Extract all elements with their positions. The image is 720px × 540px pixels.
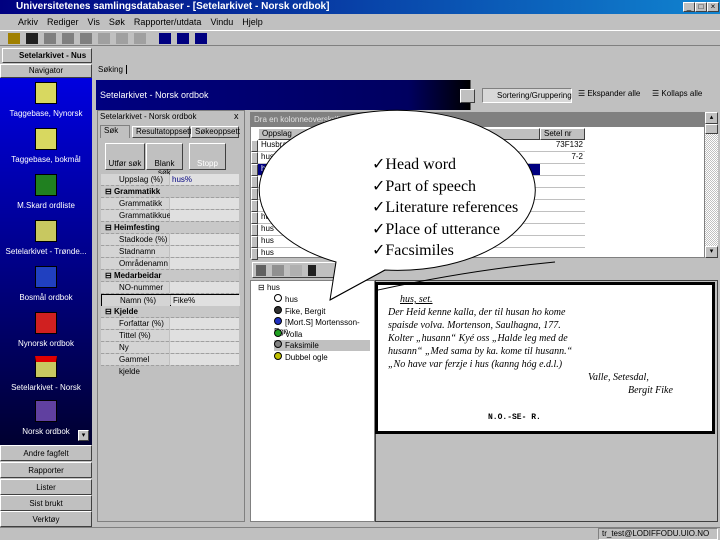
callout-item: ✓Facsimiles [372, 242, 454, 259]
callout-item: ✓Place of utterance [372, 220, 501, 238]
callout-list: ✓Head word ✓Part of speech ✓Literature r… [372, 154, 518, 262]
callout-item: ✓Head word [372, 156, 457, 173]
callout-bubble [258, 109, 556, 301]
callout-item: ✓Part of speech [372, 177, 477, 195]
callout-item: ✓Literature references [372, 199, 519, 216]
